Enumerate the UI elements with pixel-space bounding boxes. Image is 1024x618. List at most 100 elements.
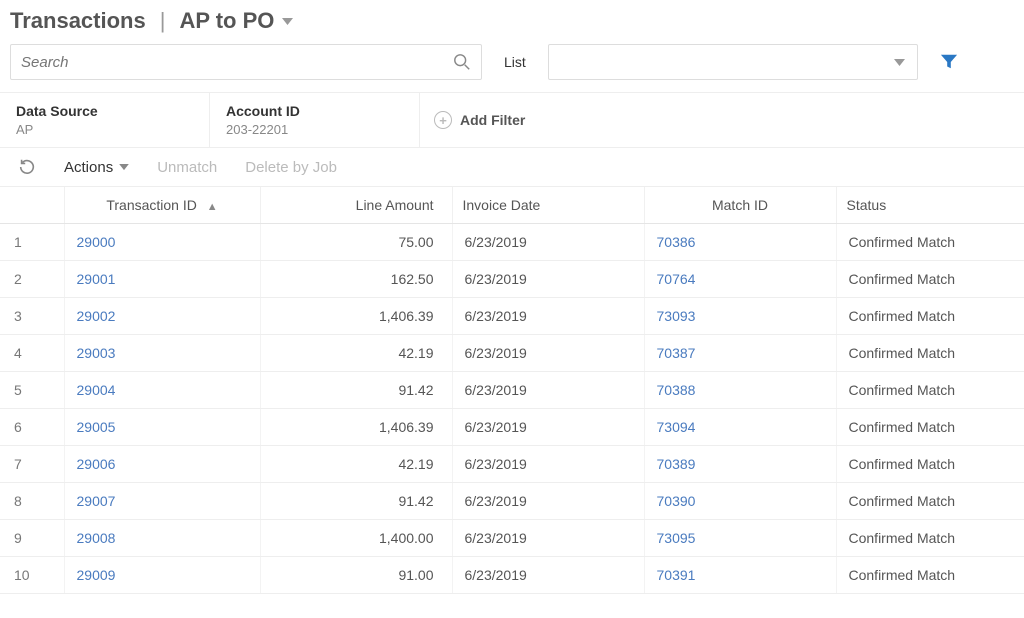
transaction-id-link[interactable]: 29000 — [77, 234, 116, 250]
line-amount: 91.42 — [260, 483, 452, 520]
match-id-link[interactable]: 70389 — [657, 456, 696, 472]
line-amount: 91.00 — [260, 557, 452, 594]
match-id-link[interactable]: 70386 — [657, 234, 696, 250]
page-header: Transactions | AP to PO — [0, 0, 1024, 44]
invoice-date: 6/23/2019 — [452, 224, 644, 261]
row-number: 4 — [0, 335, 64, 372]
transaction-id-link[interactable]: 29004 — [77, 382, 116, 398]
search-icon[interactable] — [453, 53, 471, 71]
table-row: 3 29002 1,406.396/23/2019 73093 Confirmed Ma… — [0, 298, 1024, 335]
status: Confirmed Match — [836, 557, 1024, 594]
status: Confirmed Match — [836, 298, 1024, 335]
actions-button[interactable]: Actions — [64, 159, 129, 176]
transaction-id-link[interactable]: 29008 — [77, 530, 116, 546]
status: Confirmed Match — [836, 409, 1024, 446]
line-amount: 1,406.39 — [260, 409, 452, 446]
status: Confirmed Match — [836, 372, 1024, 409]
table-row: 12900075.006/23/201970386Confirmed Match — [0, 224, 1024, 261]
filter-account-id[interactable]: Account ID 203-22201 — [210, 93, 420, 147]
match-id-link[interactable]: 73093 — [657, 308, 696, 324]
transaction-id-link[interactable]: 29006 — [77, 456, 116, 472]
actions-label: Actions — [64, 159, 113, 176]
add-filter-label: Add Filter — [460, 112, 525, 128]
unmatch-button[interactable]: Unmatch — [157, 159, 217, 176]
transaction-id-link[interactable]: 29009 — [77, 567, 116, 583]
match-id-link[interactable]: 73094 — [657, 419, 696, 435]
match-id-link[interactable]: 70387 — [657, 345, 696, 361]
caret-down-icon — [119, 159, 129, 176]
invoice-date: 6/23/2019 — [452, 557, 644, 594]
line-amount: 162.50 — [260, 261, 452, 298]
table-row: 9 29008 1,400.006/23/2019 73095 Confirmed Ma… — [0, 520, 1024, 557]
transaction-id-link[interactable]: 29007 — [77, 493, 116, 509]
filter-bar: Data Source AP Account ID 203-22201 + Ad… — [0, 92, 1024, 148]
invoice-date: 6/23/2019 — [452, 446, 644, 483]
row-number: 3 — [0, 298, 64, 335]
row-number: 1 — [0, 224, 64, 261]
line-amount: 1,406.39 — [260, 298, 452, 335]
match-id-link[interactable]: 70391 — [657, 567, 696, 583]
invoice-date: 6/23/2019 — [452, 372, 644, 409]
plus-circle-icon: + — [434, 111, 452, 129]
sort-asc-icon: ▲ — [207, 201, 218, 213]
transaction-id-link[interactable]: 29003 — [77, 345, 116, 361]
col-match-id[interactable]: Match ID — [644, 187, 836, 224]
row-number: 7 — [0, 446, 64, 483]
row-number: 10 — [0, 557, 64, 594]
transaction-id-link[interactable]: 29005 — [77, 419, 116, 435]
transaction-id-link[interactable]: 29002 — [77, 308, 116, 324]
match-id-link[interactable]: 70764 — [657, 271, 696, 287]
status: Confirmed Match — [836, 520, 1024, 557]
filter-data-source[interactable]: Data Source AP — [0, 93, 210, 147]
match-id-link[interactable]: 73095 — [657, 530, 696, 546]
col-label: Transaction ID — [106, 197, 197, 213]
list-select[interactable] — [548, 44, 918, 80]
col-line-amount[interactable]: Line Amount — [260, 187, 452, 224]
match-id-link[interactable]: 70388 — [657, 382, 696, 398]
transactions-table: Transaction ID ▲ Line Amount Invoice Dat… — [0, 187, 1024, 594]
col-transaction-id[interactable]: Transaction ID ▲ — [64, 187, 260, 224]
invoice-date: 6/23/2019 — [452, 483, 644, 520]
filter-icon[interactable] — [940, 53, 958, 71]
line-amount: 42.19 — [260, 446, 452, 483]
line-amount: 42.19 — [260, 335, 452, 372]
row-number: 6 — [0, 409, 64, 446]
col-invoice-date[interactable]: Invoice Date — [452, 187, 644, 224]
match-id-link[interactable]: 70390 — [657, 493, 696, 509]
transaction-id-link[interactable]: 29001 — [77, 271, 116, 287]
table-row: 10 29009 91.006/23/2019 70391 Confirmed Matc… — [0, 557, 1024, 594]
filter-label: Account ID — [226, 103, 403, 119]
status: Confirmed Match — [836, 483, 1024, 520]
search-input[interactable] — [21, 54, 453, 71]
delete-by-job-button[interactable]: Delete by Job — [245, 159, 337, 176]
invoice-date: 6/23/2019 — [452, 261, 644, 298]
row-number: 9 — [0, 520, 64, 557]
line-amount: 1,400.00 — [260, 520, 452, 557]
search-box[interactable] — [10, 44, 482, 80]
status: Confirmed Match — [836, 224, 1024, 261]
table-row: 8 29007 91.426/23/2019 70390 Confirmed Match — [0, 483, 1024, 520]
filter-value: 203-22201 — [226, 122, 403, 137]
page-title: Transactions — [10, 8, 146, 34]
status: Confirmed Match — [836, 335, 1024, 372]
caret-down-icon — [894, 54, 905, 70]
refresh-icon[interactable] — [18, 158, 36, 176]
invoice-date: 6/23/2019 — [452, 409, 644, 446]
table-row: 2 29001 162.506/23/2019 70764 Confirmed Matc… — [0, 261, 1024, 298]
line-amount: 91.42 — [260, 372, 452, 409]
col-status[interactable]: Status — [836, 187, 1024, 224]
invoice-date: 6/23/2019 — [452, 298, 644, 335]
invoice-date: 6/23/2019 — [452, 520, 644, 557]
header-divider: | — [160, 8, 166, 34]
invoice-date: 6/23/2019 — [452, 335, 644, 372]
row-number: 8 — [0, 483, 64, 520]
status: Confirmed Match — [836, 261, 1024, 298]
table-row: 4 29003 42.196/23/2019 70387 Confirmed Match — [0, 335, 1024, 372]
row-number: 2 — [0, 261, 64, 298]
page-subtitle-select[interactable]: AP to PO — [179, 8, 293, 34]
list-label: List — [504, 54, 526, 70]
subtitle-label: AP to PO — [179, 8, 274, 34]
table-row: 52900491.426/23/201970388Confirmed Match — [0, 372, 1024, 409]
table-row: 6 29005 1,406.396/23/2019 73094 Confirmed Ma… — [0, 409, 1024, 446]
add-filter-button[interactable]: + Add Filter — [420, 93, 539, 147]
